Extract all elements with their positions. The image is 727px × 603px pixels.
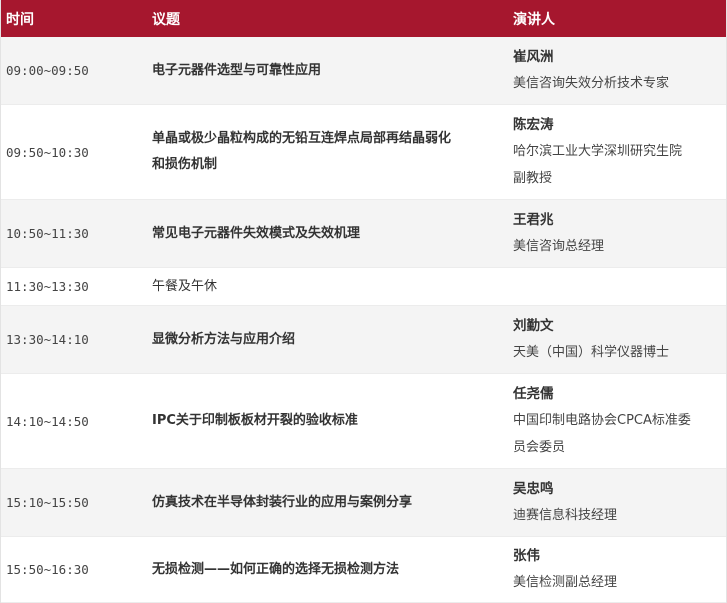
agenda-table: 时间 议题 演讲人 09:00~09:50 电子元器件选型与可靠性应用 崔风洲 … — [0, 0, 727, 603]
speaker-name: 崔风洲 — [513, 49, 554, 65]
table-row: 15:50~16:30 无损检测——如何正确的选择无损检测方法 张伟 美信检测副… — [1, 537, 726, 603]
topic-line: 仿真技术在半导体封装行业的应用与案例分享 — [152, 494, 413, 510]
header-time: 时间 — [6, 11, 34, 28]
topic-line: 电子元器件选型与可靠性应用 — [152, 62, 322, 78]
topic-line: 单晶或极少晶粒构成的无铅互连焊点局部再结晶弱化 — [152, 131, 452, 146]
header-topic: 议题 — [152, 11, 180, 28]
time-cell: 15:10~15:50 — [6, 495, 89, 510]
speaker-title: 哈尔滨工业大学深圳研究生院 — [513, 144, 683, 159]
speaker-title: 美信检测副总经理 — [513, 575, 618, 590]
speaker-title: 美信咨询总经理 — [513, 239, 605, 254]
table-row: 09:50~10:30 单晶或极少晶粒构成的无铅互连焊点局部再结晶弱化 和损伤机… — [1, 105, 726, 200]
table-header: 时间 议题 演讲人 — [1, 0, 726, 37]
topic-cell: 常见电子元器件失效模式及失效机理 — [147, 200, 508, 267]
speaker-name: 吴忠鸣 — [513, 481, 554, 497]
speaker-name: 刘勤文 — [513, 318, 554, 334]
topic-line: 显微分析方法与应用介绍 — [152, 331, 296, 347]
topic-cell: 电子元器件选型与可靠性应用 — [147, 37, 508, 104]
speaker-title: 迪赛信息科技经理 — [513, 508, 618, 523]
speaker-title: 美信咨询失效分析技术专家 — [513, 76, 670, 91]
speaker-name: 任尧儒 — [513, 386, 554, 402]
time-cell: 10:50~11:30 — [6, 226, 89, 241]
speaker-title: 员会委员 — [513, 440, 566, 455]
speaker-cell: 张伟 美信检测副总经理 — [508, 537, 726, 602]
time-cell: 14:10~14:50 — [6, 413, 89, 429]
time-cell: 09:00~09:50 — [6, 63, 89, 78]
topic-cell: 仿真技术在半导体封装行业的应用与案例分享 — [147, 469, 508, 536]
topic-cell: IPC关于印制板板材开裂的验收标准 — [147, 374, 508, 468]
speaker-cell: 王君兆 美信咨询总经理 — [508, 200, 726, 267]
time-cell: 13:30~14:10 — [6, 332, 89, 347]
time-cell: 09:50~10:30 — [6, 144, 89, 160]
speaker-name: 陈宏涛 — [513, 117, 554, 133]
time-cell: 11:30~13:30 — [6, 279, 89, 294]
topic-cell: 单晶或极少晶粒构成的无铅互连焊点局部再结晶弱化 和损伤机制 — [147, 105, 508, 199]
topic-line: 和损伤机制 — [152, 157, 218, 172]
speaker-cell: 任尧儒 中国印制电路协会CPCA标准委 员会委员 — [508, 374, 726, 468]
table-row: 15:10~15:50 仿真技术在半导体封装行业的应用与案例分享 吴忠鸣 迪赛信… — [1, 469, 726, 537]
speaker-cell — [508, 268, 726, 305]
table-row: 10:50~11:30 常见电子元器件失效模式及失效机理 王君兆 美信咨询总经理 — [1, 200, 726, 268]
speaker-title: 副教授 — [513, 171, 553, 186]
topic-line: 无损检测——如何正确的选择无损检测方法 — [152, 561, 400, 577]
time-cell: 15:50~16:30 — [6, 562, 89, 577]
speaker-title: 天美（中国）科学仪器博士 — [513, 345, 670, 360]
speaker-name: 王君兆 — [513, 212, 554, 228]
table-row: 11:30~13:30 午餐及午休 — [1, 268, 726, 306]
speaker-cell: 崔风洲 美信咨询失效分析技术专家 — [508, 37, 726, 104]
topic-cell: 午餐及午休 — [147, 268, 508, 305]
speaker-title: 中国印制电路协会CPCA标准委 — [513, 413, 691, 428]
header-speaker: 演讲人 — [513, 11, 555, 28]
speaker-cell: 刘勤文 天美（中国）科学仪器博士 — [508, 306, 726, 373]
topic-cell: 显微分析方法与应用介绍 — [147, 306, 508, 373]
topic-line: 常见电子元器件失效模式及失效机理 — [152, 225, 361, 241]
speaker-cell: 陈宏涛 哈尔滨工业大学深圳研究生院 副教授 — [508, 105, 726, 199]
table-row: 13:30~14:10 显微分析方法与应用介绍 刘勤文 天美（中国）科学仪器博士 — [1, 306, 726, 374]
topic-line: IPC关于印制板板材开裂的验收标准 — [152, 413, 358, 428]
speaker-name: 张伟 — [513, 548, 540, 564]
speaker-cell: 吴忠鸣 迪赛信息科技经理 — [508, 469, 726, 536]
topic-cell: 无损检测——如何正确的选择无损检测方法 — [147, 537, 508, 602]
topic-line: 午餐及午休 — [152, 278, 218, 294]
table-row: 09:00~09:50 电子元器件选型与可靠性应用 崔风洲 美信咨询失效分析技术… — [1, 37, 726, 105]
table-row: 14:10~14:50 IPC关于印制板板材开裂的验收标准 任尧儒 中国印制电路… — [1, 374, 726, 469]
